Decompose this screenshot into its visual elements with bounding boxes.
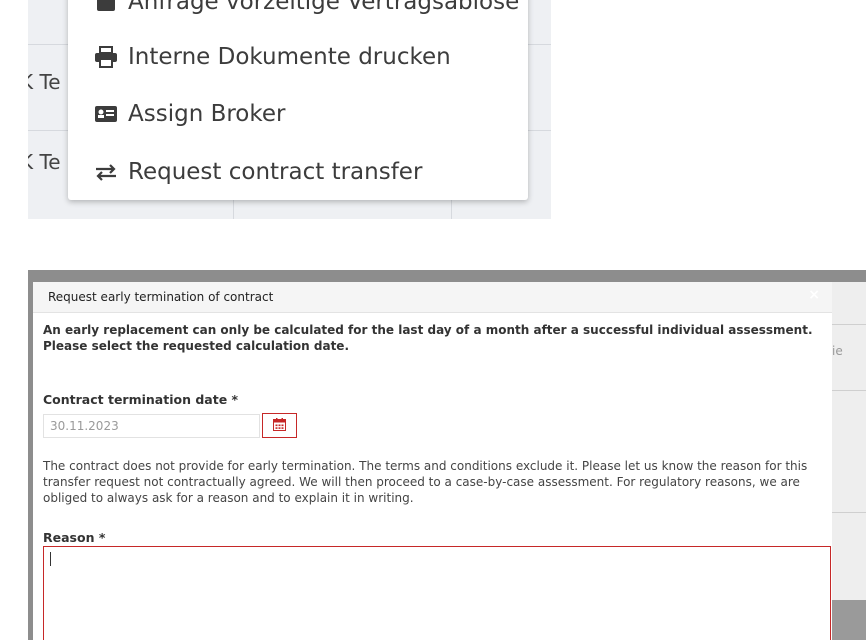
dialog-title: Request early termination of contract bbox=[48, 290, 274, 304]
modal-backdrop bbox=[832, 600, 866, 640]
calendar-button[interactable] bbox=[262, 413, 297, 438]
termination-date-label: Contract termination date * bbox=[43, 392, 239, 407]
background-cell-text: ie bbox=[832, 344, 843, 358]
termination-date-input[interactable] bbox=[43, 414, 260, 438]
termination-notice: The contract does not provide for early … bbox=[43, 459, 808, 505]
menu-item-label: Interne Dokumente drucken bbox=[128, 44, 451, 70]
table-cell-text: K Te bbox=[28, 150, 61, 174]
table-divider bbox=[832, 512, 866, 513]
menu-item-early-termination-request[interactable]: Anfrage vorzeitige Vertragsablöse bbox=[94, 0, 519, 22]
exchange-icon bbox=[94, 160, 118, 184]
calendar-icon bbox=[273, 416, 286, 435]
table-divider bbox=[832, 324, 866, 325]
early-termination-dialog: Request early termination of contract × … bbox=[33, 282, 832, 640]
table-cell-text: K Te bbox=[28, 70, 61, 94]
calculator-icon bbox=[94, 0, 118, 14]
text-cursor bbox=[50, 552, 51, 566]
menu-item-request-contract-transfer[interactable]: Request contract transfer bbox=[94, 152, 422, 192]
reason-textarea[interactable] bbox=[43, 546, 831, 640]
menu-item-assign-broker[interactable]: Assign Broker bbox=[94, 94, 286, 134]
intro-instruction: Please select the requested calculation … bbox=[43, 339, 349, 353]
background-page-strip bbox=[832, 282, 866, 640]
close-button[interactable]: × bbox=[808, 287, 820, 303]
menu-item-print-internal-documents[interactable]: Interne Dokumente drucken bbox=[94, 37, 451, 77]
table-divider bbox=[832, 390, 866, 391]
actions-dropdown-menu: Anfrage vorzeitige Vertragsablöse Intern… bbox=[68, 0, 528, 200]
menu-item-label: Request contract transfer bbox=[128, 159, 423, 185]
menu-item-label: Anfrage vorzeitige Vertragsablöse bbox=[128, 0, 520, 15]
dialog-header: Request early termination of contract × bbox=[33, 282, 832, 313]
dialog-intro: An early replacement can only be calcula… bbox=[43, 322, 813, 354]
print-icon bbox=[94, 45, 118, 69]
id-card-icon bbox=[94, 102, 118, 126]
reason-label: Reason * bbox=[43, 530, 106, 545]
menu-item-label: Assign Broker bbox=[128, 101, 286, 127]
intro-text: An early replacement can only be calcula… bbox=[43, 323, 813, 337]
